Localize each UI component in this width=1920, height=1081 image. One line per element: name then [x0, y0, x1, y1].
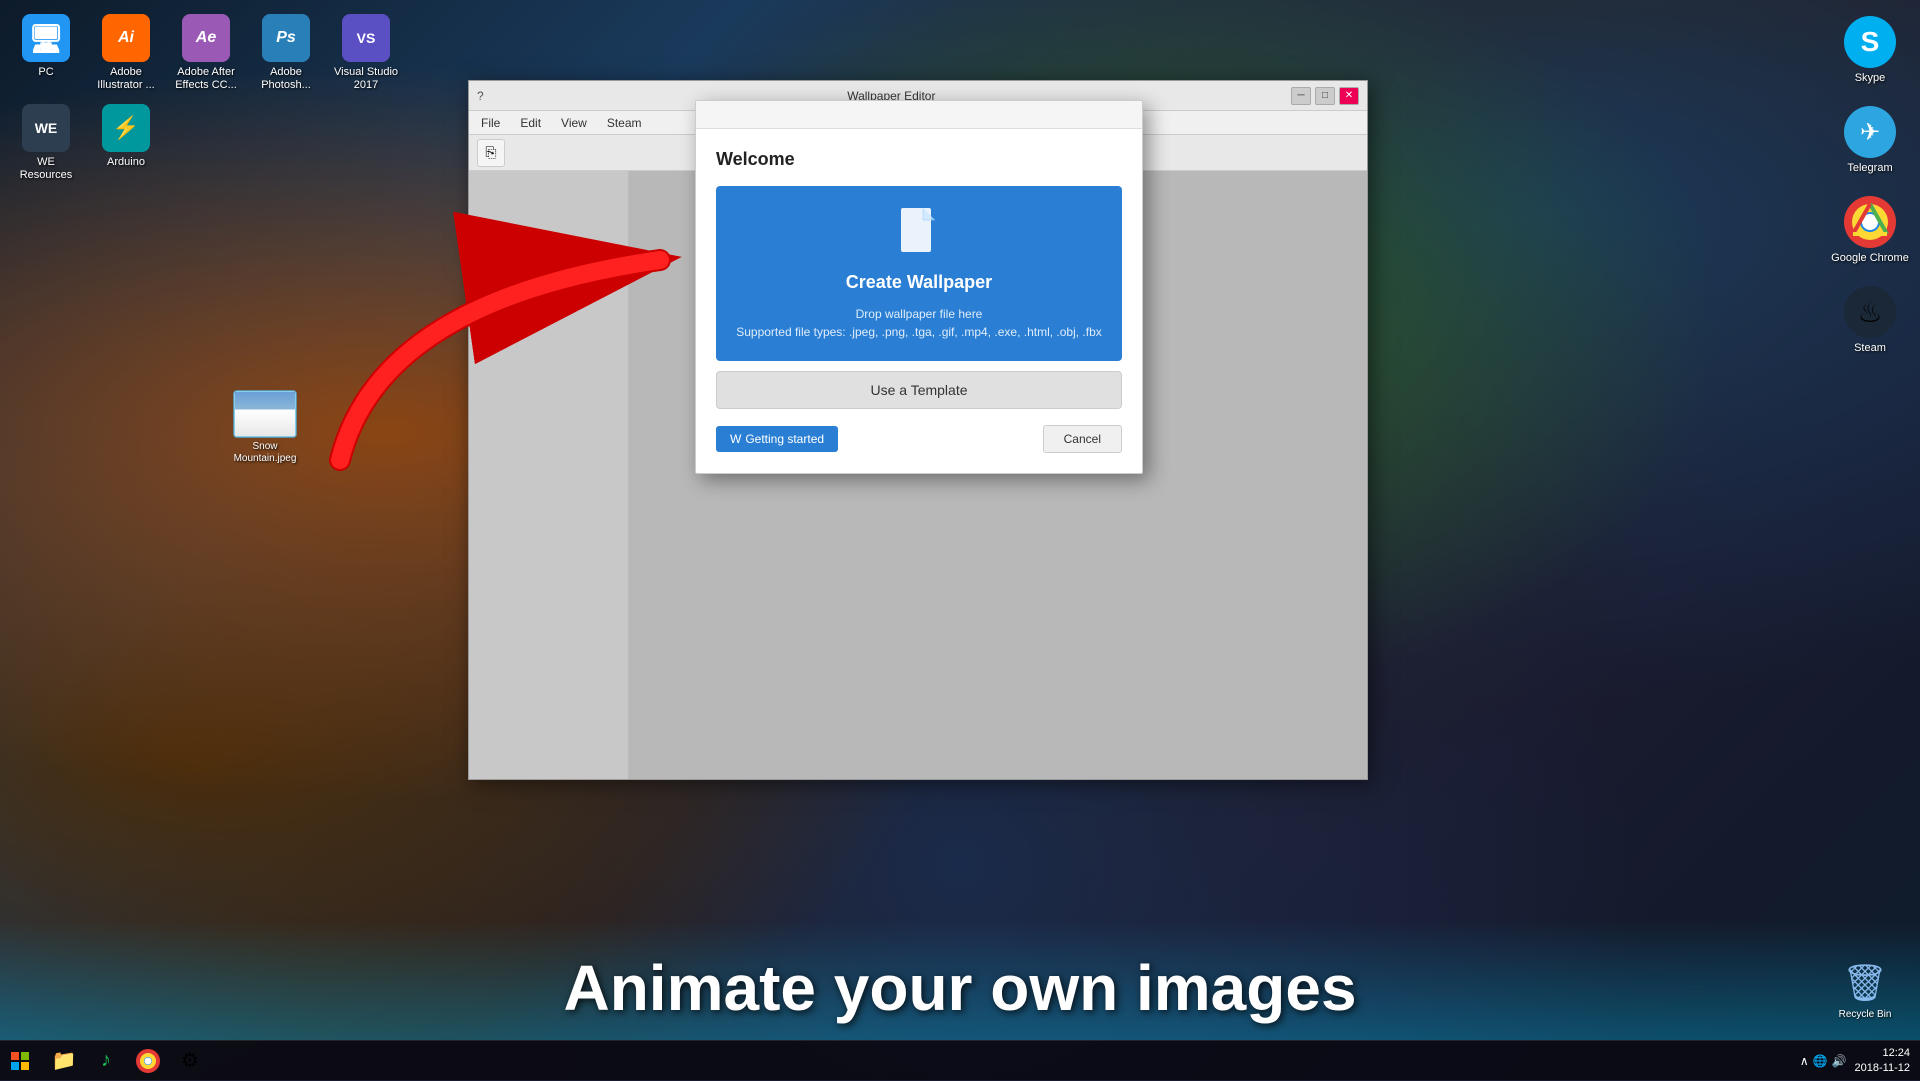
recycle-bin-icon: 🗑 [1839, 957, 1891, 1009]
dialog-body: Welcome Create Wallpaper Drop wallpaper … [696, 129, 1142, 473]
we-help-icon[interactable]: ? [477, 89, 484, 103]
desktop-icon-we[interactable]: WE WE Resources [10, 100, 82, 186]
getting-started-label: Getting started [745, 432, 824, 446]
taskbar-speaker-icon[interactable]: 🔊 [1832, 1054, 1847, 1068]
we-menu-view[interactable]: View [553, 114, 595, 132]
cancel-button[interactable]: Cancel [1043, 425, 1122, 453]
taskbar-date-value: 2018-11-12 [1855, 1061, 1910, 1075]
desktop-glow [0, 920, 1920, 1040]
file-icon-label: Snow Mountain.jpeg [225, 441, 305, 465]
desktop-icon-vs-label: Visual Studio 2017 [334, 66, 398, 92]
taskbar-time-value: 12:24 [1855, 1046, 1910, 1060]
taskbar-clock[interactable]: 12:24 2018-11-12 [1855, 1046, 1910, 1075]
create-wallpaper-button[interactable]: Create Wallpaper Drop wallpaper file her… [716, 186, 1122, 361]
taskbar-system-icons: ∧ 🌐 🔊 [1800, 1054, 1847, 1068]
we-minimize-button[interactable]: ─ [1291, 87, 1311, 105]
desktop-icon-ae-label: Adobe After Effects CC... [174, 66, 238, 92]
desktop-icon-recycle-bin[interactable]: 🗑 Recycle Bin [1830, 957, 1900, 1020]
desktop-icon-ps-label: Adobe Photosh... [254, 66, 318, 92]
taskbar-icon-file-explorer[interactable]: 📁 [44, 1041, 84, 1081]
desktop-icon-ai[interactable]: Ai Adobe Illustrator ... [90, 10, 162, 96]
desktop-icon-vs[interactable]: VS Visual Studio 2017 [330, 10, 402, 96]
desktop-icon-pc-label: PC [38, 66, 53, 79]
desktop-icon-telegram[interactable]: ✈ Telegram [1825, 95, 1915, 185]
desktop-icon-ai-label: Adobe Illustrator ... [94, 66, 158, 92]
taskbar-network-icon[interactable]: 🌐 [1813, 1054, 1828, 1068]
we-sidebar [469, 171, 629, 779]
taskbar-expand-icon[interactable]: ∧ [1800, 1054, 1809, 1068]
dialog-footer: W Getting started Cancel [716, 425, 1122, 453]
desktop-icon-skype[interactable]: S Skype [1825, 5, 1915, 95]
taskbar-icon-spotify[interactable]: ♪ [86, 1041, 126, 1081]
we-window-controls: ─ □ ✕ [1291, 87, 1359, 105]
recycle-bin-label: Recycle Bin [1839, 1009, 1892, 1020]
document-icon [899, 206, 939, 264]
we-maximize-button[interactable]: □ [1315, 87, 1335, 105]
desktop-icon-arduino-label: Arduino [107, 156, 145, 169]
desktop-icon-pc[interactable]: 🖥 PC [10, 10, 82, 96]
taskbar: 📁 ♪ ⚙ ∧ 🌐 🔊 12:24 2018-11-12 [0, 1040, 1920, 1080]
desktop-icon-we-label: WE Resources [14, 156, 78, 182]
we-copy-button[interactable]: ⎘ [477, 139, 505, 167]
taskbar-icon-chrome[interactable] [128, 1041, 168, 1081]
getting-started-button[interactable]: W Getting started [716, 426, 838, 452]
file-thumbnail [233, 390, 297, 438]
we-menu-file[interactable]: File [473, 114, 508, 132]
create-wallpaper-supported-text: Supported file types: .jpeg, .png, .tga,… [736, 323, 1102, 341]
we-menu-edit[interactable]: Edit [512, 114, 549, 132]
we-close-button[interactable]: ✕ [1339, 87, 1359, 105]
desktop-icon-telegram-label: Telegram [1847, 162, 1892, 174]
dialog-heading: Welcome [716, 149, 1122, 170]
use-template-button[interactable]: Use a Template [716, 371, 1122, 409]
getting-started-w-icon: W [730, 432, 741, 446]
create-wallpaper-drop-text: Drop wallpaper file here [856, 305, 983, 323]
desktop-icon-ae[interactable]: Ae Adobe After Effects CC... [170, 10, 242, 96]
desktop-icon-steam-label: Steam [1854, 342, 1886, 354]
desktop-icon-ps[interactable]: Ps Adobe Photosh... [250, 10, 322, 96]
desktop-icon-chrome[interactable]: Google Chrome [1825, 185, 1915, 275]
right-desktop-icons: S Skype ✈ Telegram Google Chrome ♨ [1820, 0, 1920, 365]
dialog-titlebar [696, 101, 1142, 129]
we-menu-steam[interactable]: Steam [599, 114, 650, 132]
desktop-icon-chrome-label: Google Chrome [1831, 252, 1909, 264]
start-button[interactable] [0, 1041, 40, 1081]
desktop-icon-skype-label: Skype [1855, 72, 1886, 84]
taskbar-pinned-icons: 📁 ♪ ⚙ [44, 1041, 210, 1081]
welcome-dialog: Welcome Create Wallpaper Drop wallpaper … [695, 100, 1143, 474]
taskbar-right-area: ∧ 🌐 🔊 12:24 2018-11-12 [1800, 1046, 1920, 1075]
desktop-icon-steam[interactable]: ♨ Steam [1825, 275, 1915, 365]
create-wallpaper-title: Create Wallpaper [846, 272, 992, 293]
taskbar-icon-settings[interactable]: ⚙ [170, 1041, 210, 1081]
desktop-icon-arduino[interactable]: ⚡ Arduino [90, 100, 162, 186]
desktop-file-icon[interactable]: Snow Mountain.jpeg [225, 390, 305, 465]
